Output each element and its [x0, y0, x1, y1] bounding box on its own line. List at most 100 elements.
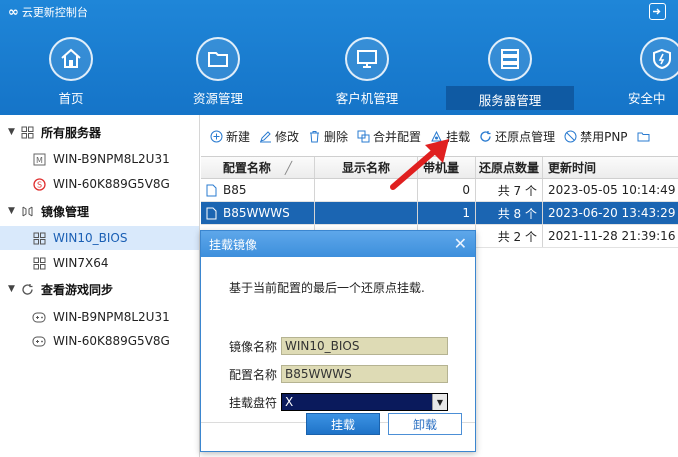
- tree-item-server-2[interactable]: S WIN-60K889G5V8G: [32, 172, 170, 196]
- image-grid-icon: [32, 231, 46, 245]
- delete-button-label: 删除: [324, 129, 349, 144]
- col-config-name[interactable]: 配置名称 ╱: [201, 157, 315, 178]
- tree-group-images[interactable]: ▼ 镜像管理: [8, 199, 89, 223]
- mirror-icon: [20, 204, 34, 218]
- sync-icon: [20, 282, 34, 296]
- cell-text: 2023-06-20 13:43:29: [548, 206, 676, 220]
- grid-icon: [20, 125, 34, 139]
- dialog-title: 挂载镜像: [209, 237, 258, 252]
- plus-circle-icon: [210, 130, 223, 142]
- nav-resources-label: 资源管理: [192, 91, 243, 106]
- tree-item-image-win10[interactable]: WIN10_BIOS: [0, 226, 199, 250]
- tree-group-label: 查看游戏同步: [41, 282, 114, 297]
- nav-security[interactable]: 安全中: [612, 32, 678, 115]
- disable-pnp-label: 禁用PNP: [580, 129, 628, 144]
- col-header-text: 配置名称: [222, 161, 271, 175]
- close-icon[interactable]: ✕: [454, 236, 467, 252]
- main-nav: 首页 资源管理 客户机管理 服务器管理 安全中: [0, 32, 678, 115]
- nav-clients[interactable]: 客户机管理: [317, 32, 417, 115]
- nav-servers[interactable]: 服务器管理: [446, 37, 574, 110]
- home-icon: [49, 37, 93, 81]
- col-header-text: 还原点数量: [479, 161, 540, 175]
- app-logo-icon: ∞: [8, 4, 19, 20]
- new-button[interactable]: 新建: [210, 128, 250, 145]
- gamepad-icon: [32, 310, 46, 324]
- sort-divider-icon: ╱: [284, 160, 293, 175]
- file-icon: [206, 207, 217, 219]
- nav-home-label: 首页: [58, 91, 84, 106]
- nav-home[interactable]: 首页: [21, 32, 121, 115]
- tree-item-label: WIN-B9NPM8L2U31: [53, 310, 170, 324]
- shield-icon: [640, 37, 678, 81]
- nav-clients-label: 客户机管理: [335, 91, 399, 106]
- cell-text: 共 8 个: [497, 206, 537, 221]
- col-header-text: 更新时间: [548, 161, 597, 175]
- server-icon: [488, 37, 532, 81]
- table-row-selected[interactable]: B85WWWS 1 共 8 个 2023-06-20 13:43:29: [201, 202, 678, 225]
- sidebar: ▼ 所有服务器 M WIN-B9NPM8L2U31 S WIN-60K889G5…: [0, 115, 200, 457]
- gamepad-icon: [32, 334, 46, 348]
- tree-item-label: WIN-60K889G5V8G: [53, 334, 170, 348]
- drive-letter-label: 挂载盘符: [229, 395, 278, 410]
- image-name-label: 镜像名称: [229, 339, 278, 354]
- col-header-text: 显示名称: [341, 161, 390, 175]
- col-update-time[interactable]: 更新时间: [543, 157, 678, 178]
- tree-item-image-win7[interactable]: WIN7X64: [32, 251, 109, 275]
- top-header: ∞ 云更新控制台 首页 资源管理 客户机管理 服务器管理 安全中: [0, 0, 678, 115]
- config-name-field[interactable]: B85WWWS: [281, 365, 448, 383]
- cell-restore-count: 共 8 个: [476, 202, 543, 224]
- tree-item-label: WIN-B9NPM8L2U31: [53, 152, 170, 166]
- app-title: 云更新控制台: [21, 6, 88, 19]
- unmount-button[interactable]: 卸载: [388, 413, 462, 435]
- cell-text: 1: [462, 206, 470, 220]
- cell-display-name: [315, 202, 418, 224]
- mount-confirm-button[interactable]: 挂载: [306, 413, 380, 435]
- folder-button[interactable]: [637, 130, 650, 143]
- tree-group-all-servers[interactable]: ▼ 所有服务器: [8, 120, 101, 144]
- chevron-down-icon[interactable]: ▼: [432, 394, 447, 410]
- cell-update-time: 2021-11-28 21:39:16: [543, 225, 678, 247]
- folder-small-icon: [637, 132, 650, 141]
- image-grid-icon: [32, 256, 46, 270]
- cell-text: B85WWWS: [223, 206, 290, 220]
- file-icon: [206, 184, 217, 196]
- tree-item-sync-server-2[interactable]: WIN-60K889G5V8G: [32, 329, 170, 353]
- col-restore-count[interactable]: 还原点数量: [476, 157, 543, 178]
- cell-text: 2023-05-05 10:14:49: [548, 183, 676, 197]
- disable-pnp-button[interactable]: 禁用PNP: [564, 128, 628, 145]
- cell-config-name: B85WWWS: [201, 202, 315, 224]
- tree-item-sync-server-1[interactable]: WIN-B9NPM8L2U31: [32, 305, 170, 329]
- cell-update-time: 2023-06-20 13:43:29: [543, 202, 678, 224]
- cell-config-name: B85: [201, 179, 315, 201]
- refresh-icon: [480, 130, 491, 142]
- cell-text: B85: [223, 183, 247, 197]
- caret-down-icon[interactable]: ▼: [8, 206, 20, 216]
- caret-down-icon[interactable]: ▼: [8, 284, 20, 294]
- exit-icon[interactable]: [649, 3, 666, 20]
- tree-item-label: WIN-60K889G5V8G: [53, 177, 170, 191]
- cell-text: 2021-11-28 21:39:16: [548, 229, 676, 243]
- restore-points-button[interactable]: 还原点管理: [479, 128, 555, 145]
- tree-group-game-sync[interactable]: ▼ 查看游戏同步: [8, 277, 113, 301]
- svg-text:M: M: [36, 156, 43, 165]
- cell-update-time: 2023-05-05 10:14:49: [543, 179, 678, 201]
- nav-resources[interactable]: 资源管理: [168, 32, 268, 115]
- edit-button[interactable]: 修改: [259, 128, 299, 145]
- delete-button[interactable]: 删除: [308, 128, 348, 145]
- drive-letter-value: X: [285, 395, 294, 409]
- new-button-label: 新建: [226, 129, 251, 144]
- image-name-row: 镜像名称 WIN10_BIOS: [229, 337, 448, 355]
- cell-text: 共 2 个: [497, 229, 537, 244]
- tree-item-server-1[interactable]: M WIN-B9NPM8L2U31: [32, 147, 170, 171]
- caret-down-icon[interactable]: ▼: [8, 127, 20, 137]
- drive-letter-select[interactable]: X ▼: [281, 393, 448, 411]
- config-name-label: 配置名称: [229, 367, 278, 382]
- image-name-field[interactable]: WIN10_BIOS: [281, 337, 448, 355]
- monitor-icon: [345, 37, 389, 81]
- folder-icon: [196, 37, 240, 81]
- cell-load: 1: [418, 202, 476, 224]
- dialog-body: 基于当前配置的最后一个还原点挂载. 镜像名称 WIN10_BIOS 配置名称 B…: [201, 257, 475, 423]
- server-s-icon: S: [32, 177, 46, 191]
- cell-restore-count: 共 7 个: [476, 179, 543, 201]
- nav-security-label: 安全中: [628, 91, 666, 106]
